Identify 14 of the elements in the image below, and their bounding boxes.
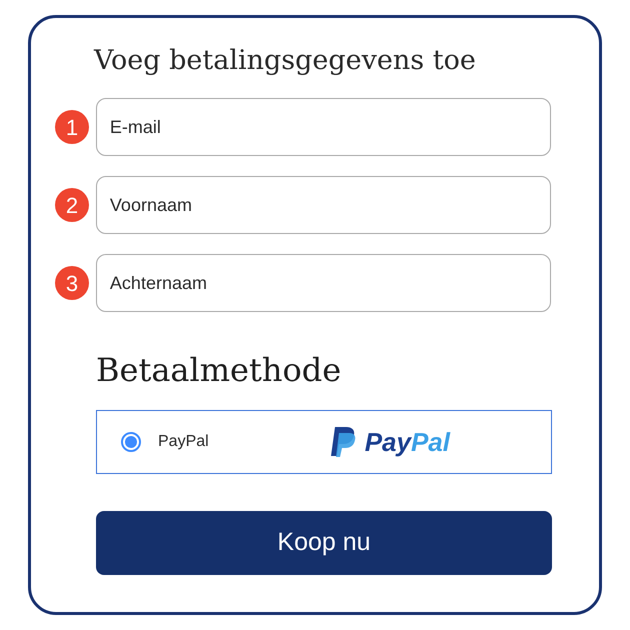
paypal-logo-icon — [328, 426, 357, 458]
payment-option[interactable]: PayPal PayPal — [96, 410, 552, 474]
input-field[interactable]: E-mail — [96, 98, 551, 156]
payment-title: Betaalmethode — [96, 350, 342, 391]
input-field[interactable]: Voornaam — [96, 176, 551, 234]
step-number: 1 — [55, 110, 89, 144]
step-number: 3 — [55, 266, 89, 300]
input-field[interactable]: Achternaam — [96, 254, 551, 312]
step-number: 2 — [55, 188, 89, 222]
paypal-logo-text: PayPal — [364, 426, 450, 458]
buy-button[interactable]: Koop nu — [96, 511, 552, 575]
form-title: Voeg betalingsgegevens toe — [94, 44, 477, 78]
payment-label: PayPal — [158, 432, 209, 452]
radio-button[interactable] — [121, 432, 141, 452]
